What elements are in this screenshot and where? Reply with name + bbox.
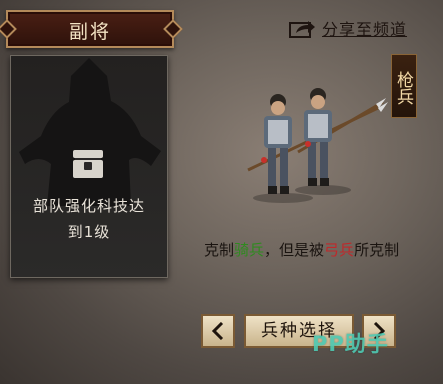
- spearman-soldiers-image: [247, 88, 388, 203]
- unit-type-label: 枪兵: [391, 54, 417, 118]
- page-title: 副将: [68, 21, 111, 43]
- lock-line-2: 到1级: [67, 223, 111, 241]
- lock-line-1: 部队强化科技达: [32, 197, 145, 215]
- desc-text-2: ，但是被: [264, 241, 325, 259]
- lock-requirement-text: 部队强化科技达 到1级: [11, 193, 167, 245]
- counter-unit: 骑兵: [234, 241, 265, 259]
- pp-assistant-watermark: PP助手: [312, 332, 389, 356]
- counter-description: 克制骑兵，但是被弓兵所克制: [204, 239, 414, 261]
- lock-chest-icon: [73, 150, 103, 178]
- prev-unit-button[interactable]: [201, 314, 235, 348]
- title-banner: 副将: [6, 10, 174, 48]
- weak-against-unit: 弓兵: [324, 241, 355, 259]
- share-to-channel-link[interactable]: 分享至频道: [288, 15, 407, 41]
- desc-text-3: 所克制: [354, 241, 400, 259]
- locked-general-card[interactable]: 部队强化科技达 到1级: [10, 55, 168, 278]
- desc-text-1: 克制: [204, 241, 235, 259]
- share-label: 分享至频道: [322, 20, 408, 39]
- share-icon: [289, 21, 315, 38]
- general-silhouette-icon: [19, 58, 161, 206]
- chevron-left-icon: [211, 322, 224, 340]
